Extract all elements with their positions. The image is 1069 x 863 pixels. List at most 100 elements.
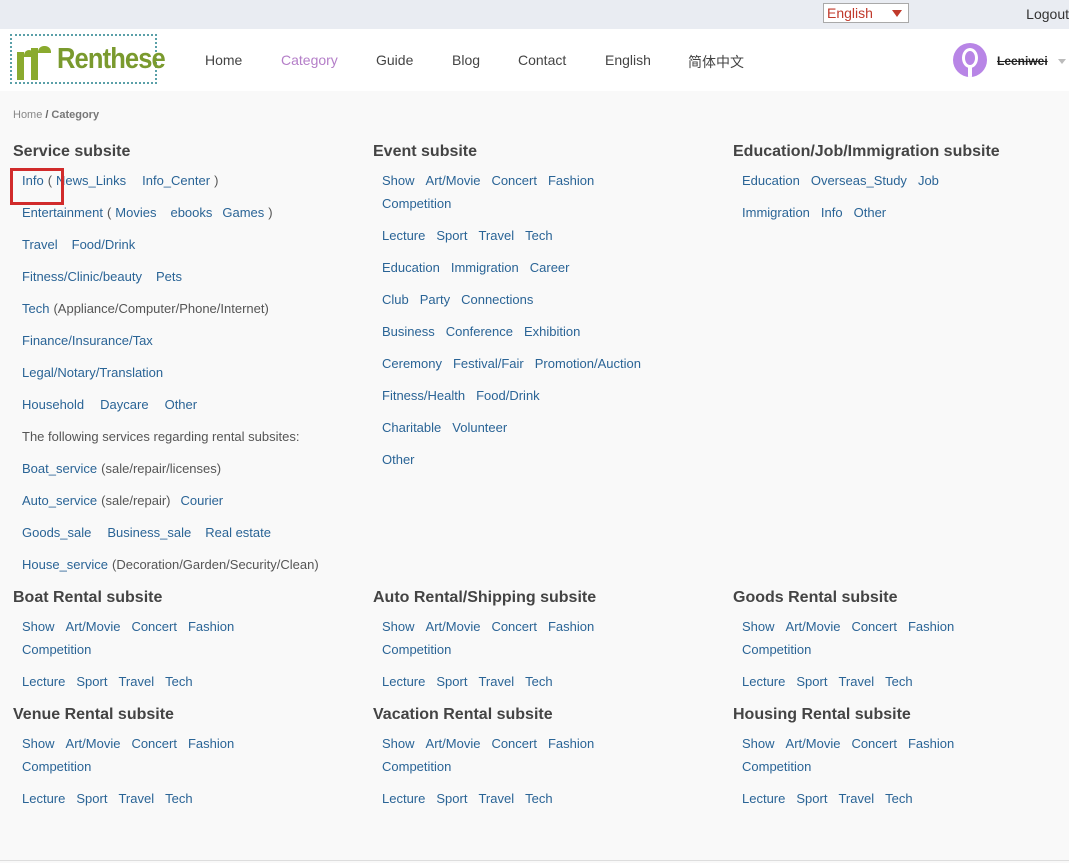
promotion-auction-link[interactable]: Promotion/Auction bbox=[535, 356, 641, 371]
lecture-link[interactable]: Lecture bbox=[382, 228, 425, 243]
tech-link[interactable]: Tech bbox=[22, 301, 49, 316]
tech-link[interactable]: Tech bbox=[165, 674, 192, 689]
finance-link[interactable]: Finance/Insurance/Tax bbox=[22, 333, 153, 348]
show-link[interactable]: Show bbox=[22, 736, 55, 751]
concert-link[interactable]: Concert bbox=[491, 736, 537, 751]
volunteer-link[interactable]: Volunteer bbox=[452, 420, 507, 435]
travel-link[interactable]: Travel bbox=[478, 228, 514, 243]
job-link[interactable]: Job bbox=[918, 173, 939, 188]
competition-link[interactable]: Competition bbox=[382, 642, 451, 657]
sport-link[interactable]: Sport bbox=[436, 228, 467, 243]
art-movie-link[interactable]: Art/Movie bbox=[786, 619, 841, 634]
entertainment-link[interactable]: Entertainment bbox=[22, 205, 103, 220]
competition-link[interactable]: Competition bbox=[22, 642, 91, 657]
concert-link[interactable]: Concert bbox=[131, 736, 177, 751]
competition-link[interactable]: Competition bbox=[22, 759, 91, 774]
competition-link[interactable]: Competition bbox=[742, 642, 811, 657]
tech-link[interactable]: Tech bbox=[165, 791, 192, 806]
party-link[interactable]: Party bbox=[420, 292, 450, 307]
festival-fair-link[interactable]: Festival/Fair bbox=[453, 356, 524, 371]
show-link[interactable]: Show bbox=[742, 619, 775, 634]
lecture-link[interactable]: Lecture bbox=[22, 674, 65, 689]
ebooks-link[interactable]: ebooks bbox=[170, 205, 212, 220]
user-menu-caret-icon[interactable] bbox=[1058, 59, 1066, 64]
lecture-link[interactable]: Lecture bbox=[382, 791, 425, 806]
language-select[interactable]: English bbox=[823, 3, 909, 23]
nav-item-category[interactable]: Category bbox=[281, 52, 338, 68]
fashion-link[interactable]: Fashion bbox=[908, 619, 954, 634]
sport-link[interactable]: Sport bbox=[76, 791, 107, 806]
nav-item-chinese[interactable]: 简体中文 bbox=[688, 52, 744, 72]
games-link[interactable]: Games bbox=[222, 205, 264, 220]
exhibition-link[interactable]: Exhibition bbox=[524, 324, 580, 339]
courier-link[interactable]: Courier bbox=[181, 493, 224, 508]
user-avatar[interactable] bbox=[953, 43, 987, 77]
sport-link[interactable]: Sport bbox=[436, 791, 467, 806]
concert-link[interactable]: Concert bbox=[131, 619, 177, 634]
concert-link[interactable]: Concert bbox=[491, 619, 537, 634]
charitable-link[interactable]: Charitable bbox=[382, 420, 441, 435]
travel-link[interactable]: Travel bbox=[22, 237, 58, 252]
nav-item-contact[interactable]: Contact bbox=[518, 52, 566, 68]
sport-link[interactable]: Sport bbox=[76, 674, 107, 689]
news-links-link[interactable]: News_Links bbox=[56, 173, 126, 188]
education-link[interactable]: Education bbox=[742, 173, 800, 188]
nav-item-guide[interactable]: Guide bbox=[376, 52, 413, 68]
tech-link[interactable]: Tech bbox=[885, 674, 912, 689]
show-link[interactable]: Show bbox=[22, 619, 55, 634]
overseas-study-link[interactable]: Overseas_Study bbox=[811, 173, 907, 188]
club-link[interactable]: Club bbox=[382, 292, 409, 307]
art-movie-link[interactable]: Art/Movie bbox=[426, 736, 481, 751]
connections-link[interactable]: Connections bbox=[461, 292, 533, 307]
travel-link[interactable]: Travel bbox=[838, 791, 874, 806]
concert-link[interactable]: Concert bbox=[851, 736, 897, 751]
tech-link[interactable]: Tech bbox=[525, 791, 552, 806]
house-service-link[interactable]: House_service bbox=[22, 557, 108, 572]
travel-link[interactable]: Travel bbox=[118, 674, 154, 689]
concert-link[interactable]: Concert bbox=[491, 173, 537, 188]
fashion-link[interactable]: Fashion bbox=[908, 736, 954, 751]
fitness-link[interactable]: Fitness/Clinic/beauty bbox=[22, 269, 142, 284]
lecture-link[interactable]: Lecture bbox=[22, 791, 65, 806]
other-link[interactable]: Other bbox=[382, 452, 415, 467]
auto-service-link[interactable]: Auto_service bbox=[22, 493, 97, 508]
tech-link[interactable]: Tech bbox=[525, 674, 552, 689]
sport-link[interactable]: Sport bbox=[796, 791, 827, 806]
food-drink-link[interactable]: Food/Drink bbox=[72, 237, 136, 252]
username[interactable]: Leeniwei bbox=[997, 54, 1048, 68]
pets-link[interactable]: Pets bbox=[156, 269, 182, 284]
travel-link[interactable]: Travel bbox=[478, 791, 514, 806]
movies-link[interactable]: Movies bbox=[115, 205, 156, 220]
ceremony-link[interactable]: Ceremony bbox=[382, 356, 442, 371]
breadcrumb-home[interactable]: Home bbox=[13, 109, 42, 121]
other-link[interactable]: Other bbox=[165, 397, 198, 412]
tech-link[interactable]: Tech bbox=[885, 791, 912, 806]
nav-item-home[interactable]: Home bbox=[205, 52, 242, 68]
lecture-link[interactable]: Lecture bbox=[382, 674, 425, 689]
fashion-link[interactable]: Fashion bbox=[188, 619, 234, 634]
education-link[interactable]: Education bbox=[382, 260, 440, 275]
goods-sale-link[interactable]: Goods_sale bbox=[22, 525, 91, 540]
art-movie-link[interactable]: Art/Movie bbox=[786, 736, 841, 751]
real-estate-link[interactable]: Real estate bbox=[205, 525, 271, 540]
legal-link[interactable]: Legal/Notary/Translation bbox=[22, 365, 163, 380]
fashion-link[interactable]: Fashion bbox=[548, 736, 594, 751]
other-link[interactable]: Other bbox=[854, 205, 887, 220]
competition-link[interactable]: Competition bbox=[382, 196, 451, 211]
boat-service-link[interactable]: Boat_service bbox=[22, 461, 97, 476]
art-movie-link[interactable]: Art/Movie bbox=[426, 619, 481, 634]
sport-link[interactable]: Sport bbox=[436, 674, 467, 689]
business-link[interactable]: Business bbox=[382, 324, 435, 339]
art-movie-link[interactable]: Art/Movie bbox=[426, 173, 481, 188]
lecture-link[interactable]: Lecture bbox=[742, 791, 785, 806]
fashion-link[interactable]: Fashion bbox=[188, 736, 234, 751]
career-link[interactable]: Career bbox=[530, 260, 570, 275]
household-link[interactable]: Household bbox=[22, 397, 84, 412]
art-movie-link[interactable]: Art/Movie bbox=[66, 619, 121, 634]
concert-link[interactable]: Concert bbox=[851, 619, 897, 634]
food-drink-link[interactable]: Food/Drink bbox=[476, 388, 540, 403]
immigration-link[interactable]: Immigration bbox=[742, 205, 810, 220]
info-center-link[interactable]: Info_Center bbox=[142, 173, 210, 188]
info-link[interactable]: Info bbox=[821, 205, 843, 220]
fashion-link[interactable]: Fashion bbox=[548, 619, 594, 634]
